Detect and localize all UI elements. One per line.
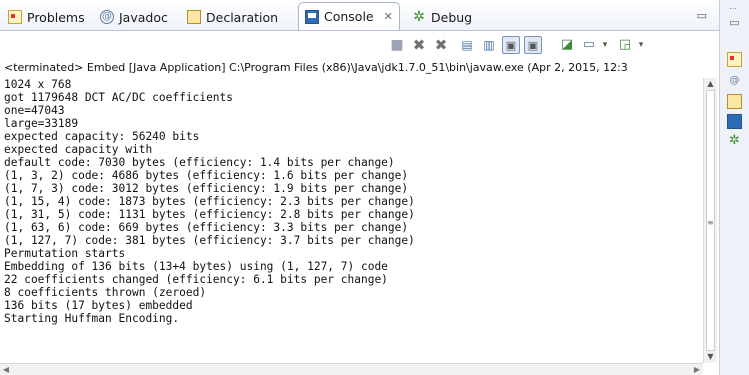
scroll-right-icon[interactable]: ▶ bbox=[691, 364, 703, 375]
console-line: large=33189 bbox=[4, 117, 79, 130]
vertical-scrollbar[interactable]: ▲ ≡ ▼ bbox=[703, 78, 717, 363]
tab-declaration[interactable]: Declaration bbox=[187, 5, 278, 29]
console-line: 136 bits (17 bytes) embedded bbox=[4, 299, 193, 312]
console-line: got 1179648 DCT AC/DC coefficients bbox=[4, 91, 234, 104]
tab-problems-label: Problems bbox=[27, 9, 85, 25]
console-toolbar: ■ ✖ ✖ ▤ ▥ ▣ ▣ ◪ ▭ ▾ ◲ ▾ bbox=[380, 36, 715, 58]
terminate-icon[interactable]: ■ bbox=[388, 36, 406, 54]
tab-javadoc[interactable]: @ Javadoc bbox=[100, 5, 168, 29]
javadoc-icon[interactable]: @ bbox=[727, 74, 742, 89]
restore-icon[interactable]: ▭ bbox=[727, 16, 742, 31]
console-line: expected capacity: 56240 bits bbox=[4, 130, 200, 143]
tab-console[interactable]: Console ✕ bbox=[298, 2, 400, 30]
console-view: Problems @ Javadoc Declaration Console ✕… bbox=[0, 0, 719, 375]
console-line: 8 coefficients thrown (zeroed) bbox=[4, 286, 207, 299]
minimize-icon[interactable]: ▭ bbox=[697, 9, 707, 22]
tab-console-label: Console bbox=[324, 9, 374, 24]
scroll-left-icon[interactable]: ◀ bbox=[0, 364, 12, 375]
overflow-icon[interactable]: ⋯ bbox=[729, 4, 737, 13]
console-line: 1024 x 768 bbox=[4, 78, 72, 91]
horizontal-scrollbar[interactable]: ◀ ▶ bbox=[0, 363, 703, 375]
show-on-stderr-icon[interactable]: ▣ bbox=[524, 36, 542, 54]
console-line: expected capacity with bbox=[4, 143, 153, 156]
problems-icon bbox=[8, 10, 22, 24]
close-icon[interactable]: ✕ bbox=[384, 10, 393, 23]
debug-icon[interactable]: ✲ bbox=[727, 134, 742, 149]
console-line: (1, 7, 3) code: 3012 bytes (efficiency: … bbox=[4, 182, 409, 195]
show-on-stdout-icon[interactable]: ▣ bbox=[502, 36, 520, 54]
console-line: (1, 127, 7) code: 381 bytes (efficiency:… bbox=[4, 234, 415, 247]
console-icon[interactable] bbox=[727, 114, 742, 129]
clear-console-icon[interactable]: ▤ bbox=[458, 36, 476, 54]
tab-javadoc-label: Javadoc bbox=[119, 9, 168, 25]
console-icon bbox=[305, 9, 319, 24]
console-line: (1, 63, 6) code: 669 bytes (efficiency: … bbox=[4, 221, 409, 234]
tab-debug[interactable]: ✲ Debug bbox=[412, 5, 472, 29]
pin-console-icon[interactable]: ◪ bbox=[558, 36, 576, 54]
console-line: default code: 7030 bytes (efficiency: 1.… bbox=[4, 156, 395, 169]
declaration-icon bbox=[187, 10, 201, 24]
console-line: (1, 3, 2) code: 4686 bytes (efficiency: … bbox=[4, 169, 409, 182]
remove-launch-icon[interactable]: ✖ bbox=[410, 36, 428, 54]
declaration-icon[interactable] bbox=[727, 94, 742, 109]
tab-declaration-label: Declaration bbox=[206, 9, 279, 25]
debug-icon: ✲ bbox=[413, 9, 425, 25]
console-line: one=47043 bbox=[4, 104, 65, 117]
tab-debug-label: Debug bbox=[431, 9, 473, 25]
grip-icon: ≡ bbox=[707, 218, 714, 227]
console-line: Embedding of 136 bits (13+4 bytes) using… bbox=[4, 260, 388, 273]
problems-icon[interactable] bbox=[727, 52, 742, 67]
right-trim-stack: ⋯ ▭ @ ✲ bbox=[719, 0, 749, 375]
chevron-down-icon[interactable]: ▾ bbox=[632, 36, 650, 54]
chevron-down-icon[interactable]: ▾ bbox=[596, 36, 614, 54]
scroll-up-icon[interactable]: ▲ bbox=[704, 78, 717, 90]
console-line: Permutation starts bbox=[4, 247, 126, 260]
console-line: Starting Huffman Encoding. bbox=[4, 312, 180, 325]
console-line: (1, 31, 5) code: 1131 bytes (efficiency:… bbox=[4, 208, 415, 221]
scroll-down-icon[interactable]: ▼ bbox=[704, 351, 717, 363]
remove-all-terminated-icon[interactable]: ✖ bbox=[432, 36, 450, 54]
console-line: (1, 15, 4) code: 1873 bytes (efficiency:… bbox=[4, 195, 415, 208]
tab-problems[interactable]: Problems bbox=[8, 5, 85, 29]
javadoc-icon: @ bbox=[100, 10, 114, 24]
scroll-lock-icon[interactable]: ▥ bbox=[480, 36, 498, 54]
launch-status-line: <terminated> Embed [Java Application] C:… bbox=[4, 61, 628, 74]
view-tab-bar: Problems @ Javadoc Declaration Console ✕… bbox=[0, 0, 719, 31]
console-output[interactable]: 1024 x 768 got 1179648 DCT AC/DC coeffici… bbox=[0, 78, 703, 363]
console-line: 22 coefficients changed (efficiency: 6.1… bbox=[4, 273, 388, 286]
